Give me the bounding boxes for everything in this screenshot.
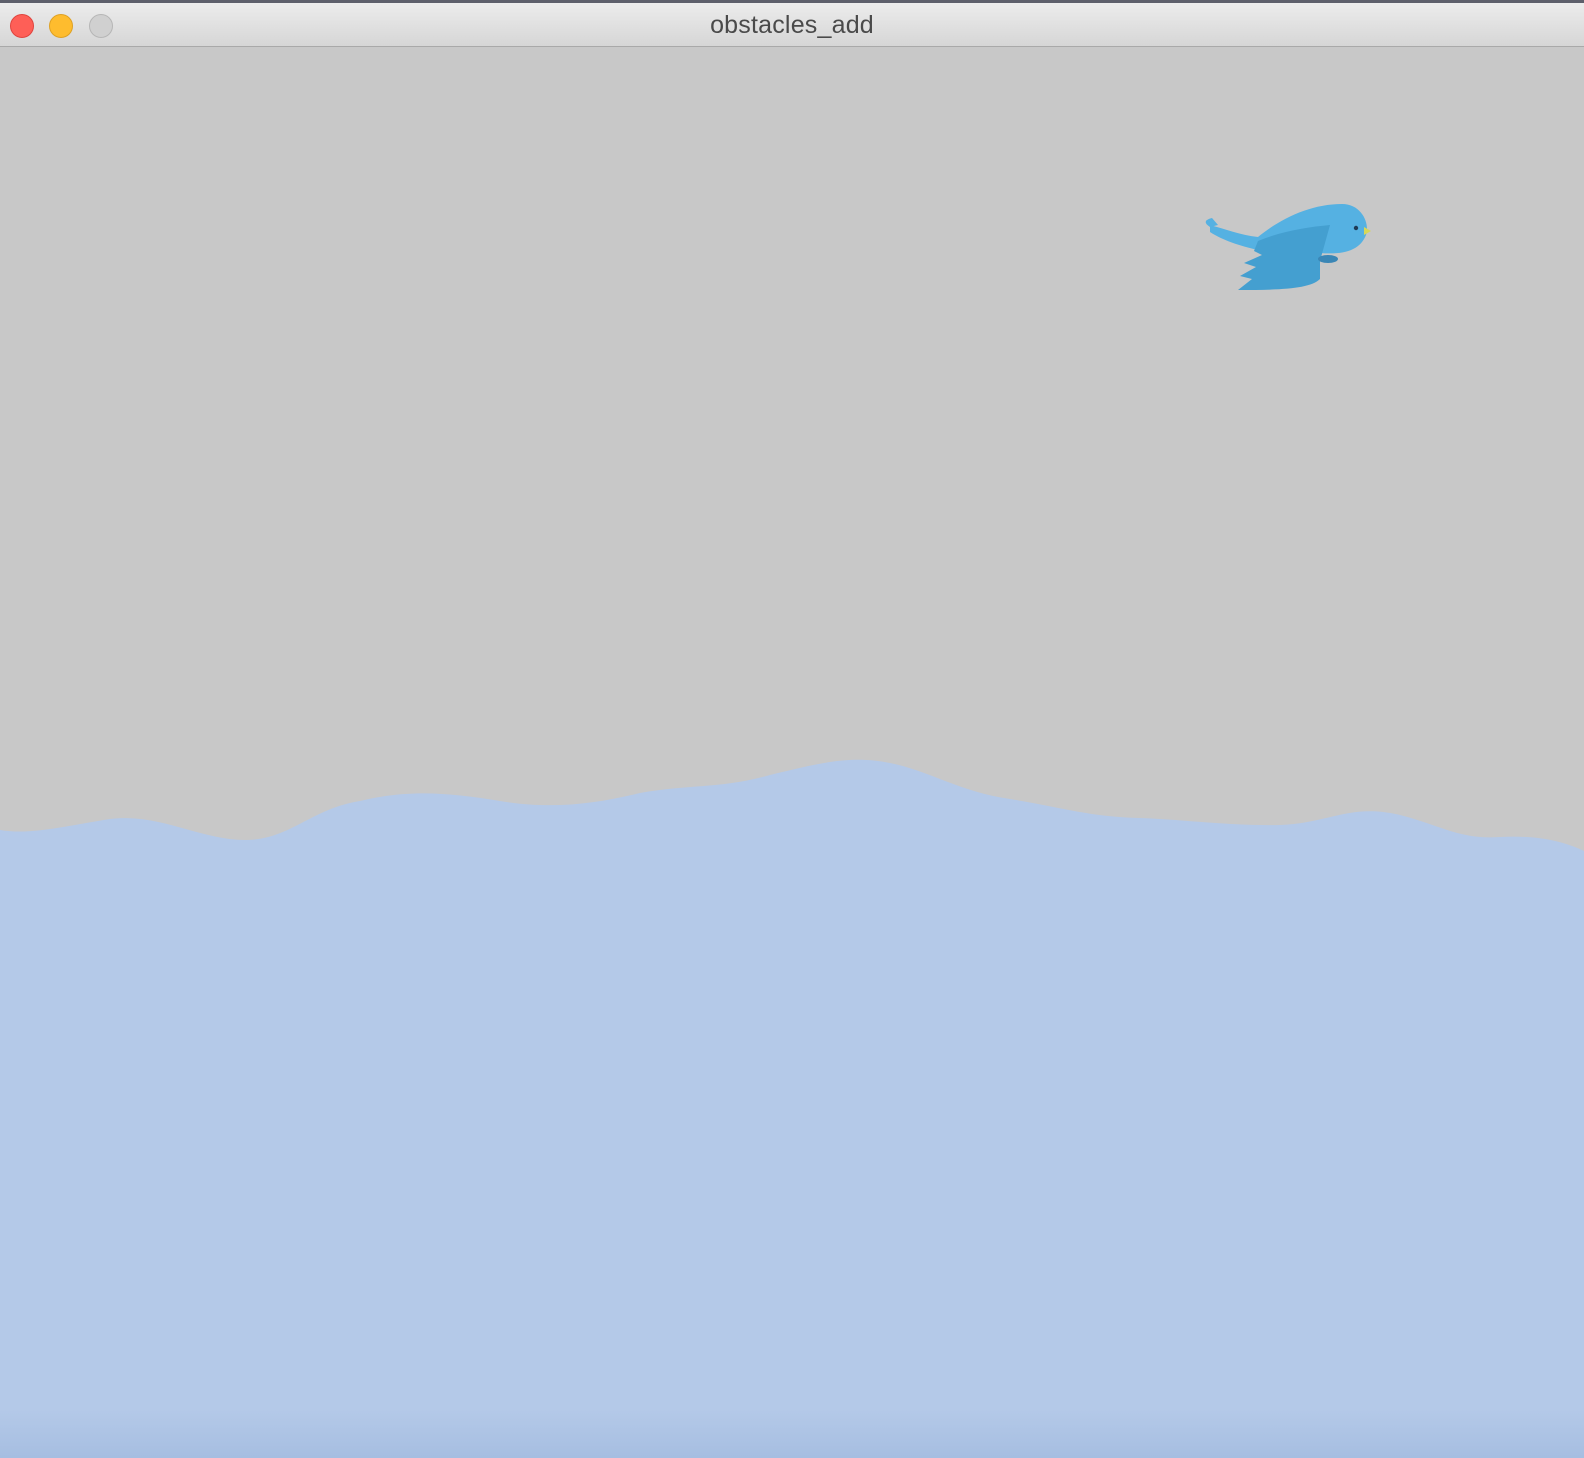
bird-eye: [1353, 225, 1359, 231]
bird-foot: [1318, 255, 1338, 263]
app-window: obstacles_add: [0, 0, 1584, 1458]
game-canvas[interactable]: [0, 47, 1584, 1458]
title-bar[interactable]: obstacles_add: [0, 0, 1584, 47]
water-surface: [0, 759, 1584, 1458]
window-title: obstacles_add: [710, 11, 874, 39]
game-scene: [0, 47, 1584, 1458]
